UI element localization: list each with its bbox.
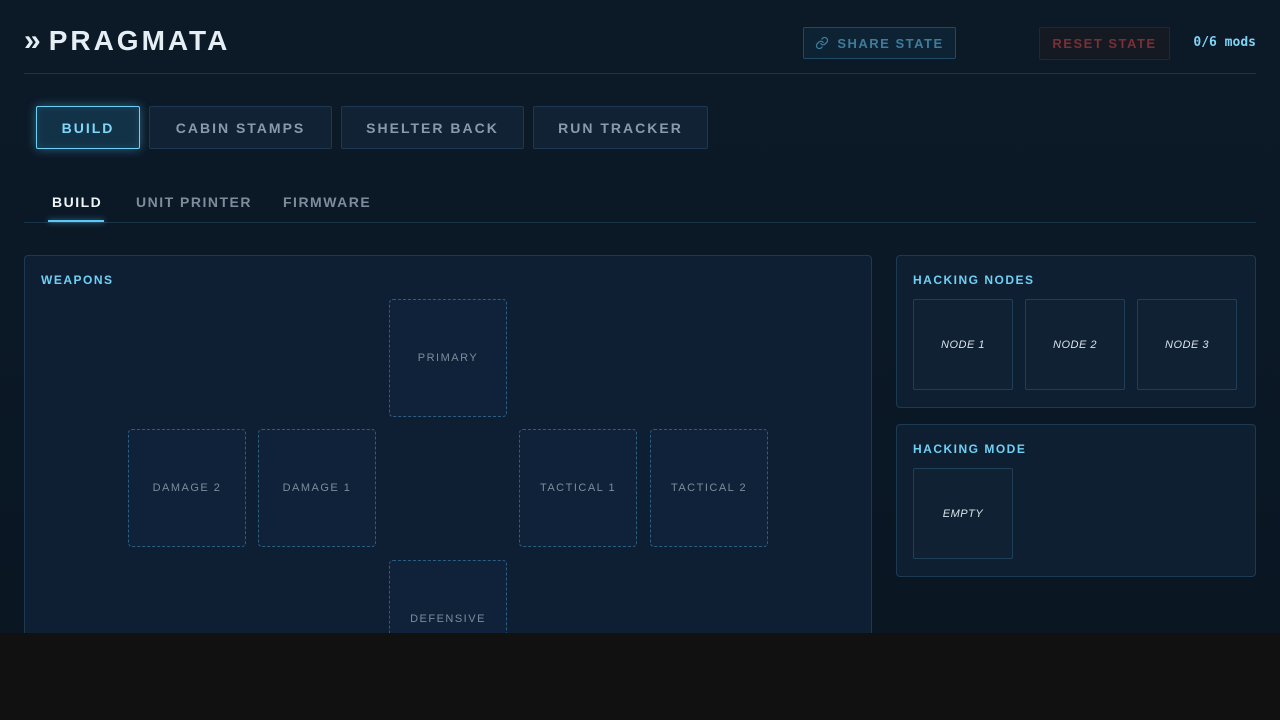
node-slot-2[interactable]: NODE 2 [1025, 299, 1125, 390]
weapons-title: WEAPONS [41, 273, 114, 287]
hacking-mode-title: HACKING MODE [913, 442, 1027, 456]
tab-run-tracker[interactable]: RUN TRACKER [533, 106, 708, 149]
secondary-tabs: BUILD UNIT PRINTER FIRMWARE [24, 180, 1256, 223]
reset-state-label: RESET STATE [1052, 36, 1157, 51]
node-slot-1[interactable]: NODE 1 [913, 299, 1013, 390]
app-title: PRAGMATA [48, 25, 231, 56]
reset-state-button[interactable]: RESET STATE [1039, 27, 1170, 60]
slot-tactical-2[interactable]: TACTICAL 2 [650, 429, 768, 547]
app-window: » PRAGMATA SHARE STATE RESET STATE 0/6 m… [0, 0, 1280, 633]
hacking-nodes-panel: HACKING NODES NODE 1 NODE 2 NODE 3 [896, 255, 1256, 408]
active-tab-indicator [48, 220, 104, 222]
share-state-button[interactable]: SHARE STATE [803, 27, 956, 59]
mods-counter: 0/6 mods [1193, 35, 1256, 50]
slot-defensive[interactable]: DEFENSIVE [389, 560, 507, 633]
tab-shelter-back[interactable]: SHELTER BACK [341, 106, 524, 149]
hacking-nodes-title: HACKING NODES [913, 273, 1035, 287]
double-chevron-icon: » [24, 24, 41, 57]
slot-damage-1[interactable]: DAMAGE 1 [258, 429, 376, 547]
share-state-label: SHARE STATE [837, 35, 944, 51]
slot-tactical-1[interactable]: TACTICAL 1 [519, 429, 637, 547]
slot-damage-2[interactable]: DAMAGE 2 [128, 429, 246, 547]
node-slot-3[interactable]: NODE 3 [1137, 299, 1237, 390]
subtab-unit-printer[interactable]: UNIT PRINTER [136, 194, 252, 210]
subtab-build[interactable]: BUILD [52, 194, 102, 210]
primary-tabs: BUILD CABIN STAMPS SHELTER BACK RUN TRAC… [36, 106, 708, 149]
subtab-firmware[interactable]: FIRMWARE [283, 194, 371, 210]
link-icon [816, 36, 829, 50]
slot-primary[interactable]: PRIMARY [389, 299, 507, 417]
hacking-mode-panel: HACKING MODE EMPTY [896, 424, 1256, 577]
tab-build[interactable]: BUILD [36, 106, 140, 149]
hacking-mode-slot[interactable]: EMPTY [913, 468, 1013, 559]
weapons-panel: WEAPONS PRIMARY DAMAGE 2 DAMAGE 1 TACTIC… [24, 255, 872, 633]
header: » PRAGMATA SHARE STATE RESET STATE 0/6 m… [24, 0, 1256, 74]
tab-cabin-stamps[interactable]: CABIN STAMPS [149, 106, 332, 149]
bottom-bar [0, 633, 1280, 720]
brand: » PRAGMATA [24, 24, 230, 58]
